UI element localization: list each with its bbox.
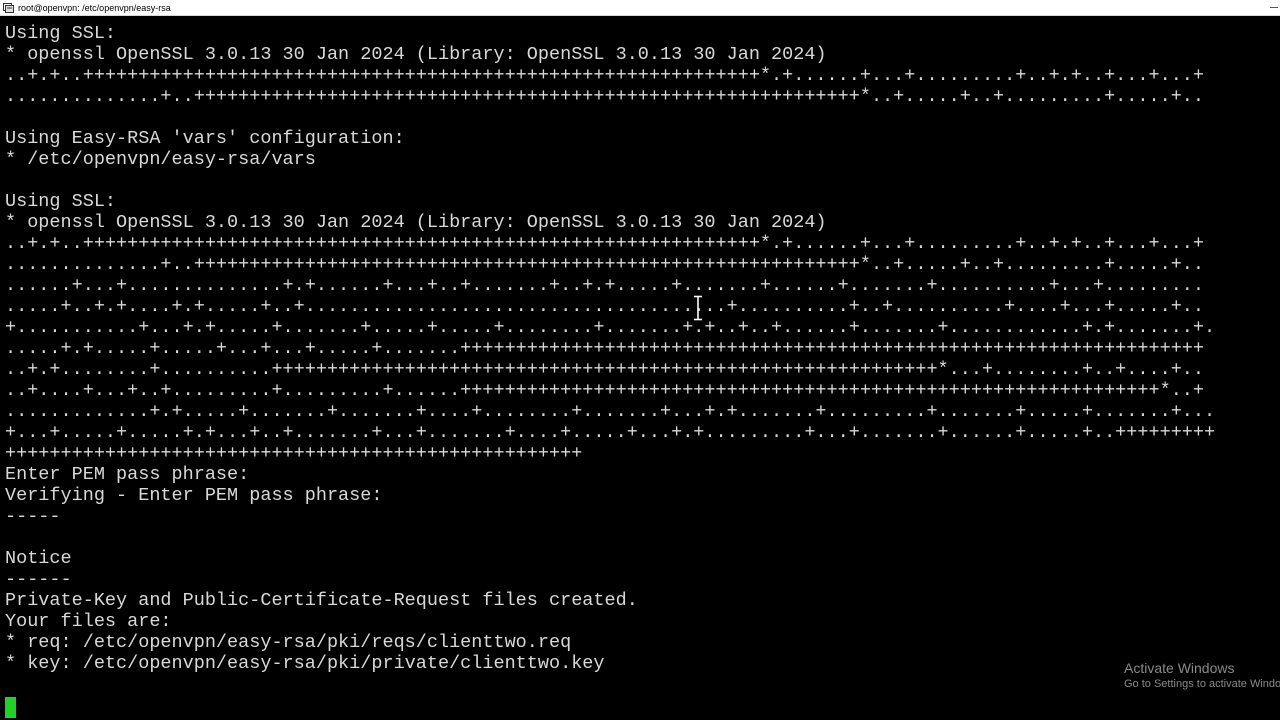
terminal-line: Your files are:: [5, 611, 172, 632]
terminal-line: .....+.+.....+.....+...+...+.....+......…: [5, 338, 1204, 359]
activate-windows-watermark: Activate Windows Go to Settings to activ…: [1124, 660, 1280, 691]
terminal-output[interactable]: Using SSL: * openssl OpenSSL 3.0.13 30 Ja…: [5, 23, 1280, 720]
terminal-line: ++++++++++++++++++++++++++++++++++++++++…: [5, 443, 583, 464]
terminal-line: ..+.+........+..........++++++++++++++++…: [5, 359, 1204, 380]
terminal-line: Verifying - Enter PEM pass phrase:: [5, 485, 383, 506]
terminal-line: +...+.....+.....+.+...+..+.......+...+..…: [5, 422, 1216, 443]
terminal-line: ..............+..+++++++++++++++++++++++…: [5, 254, 1204, 275]
terminal-line: -----: [5, 506, 61, 527]
terminal-line: Enter PEM pass phrase:: [5, 464, 250, 485]
terminal-line: ..+.+..+++++++++++++++++++++++++++++++++…: [5, 65, 1204, 86]
terminal-line: ..+....+...+..+.........+.........+.....…: [5, 380, 1204, 401]
terminal-cursor: [5, 697, 16, 718]
terminal-line: ..............+..+++++++++++++++++++++++…: [5, 86, 1204, 107]
terminal-line: ......+...+..............+.+......+...+.…: [5, 275, 1204, 296]
minimize-icon[interactable]: [1270, 7, 1278, 8]
terminal-line: * openssl OpenSSL 3.0.13 30 Jan 2024 (Li…: [5, 44, 827, 65]
terminal-window: root@openvpn: /etc/openvpn/easy-rsa Usin…: [0, 0, 1280, 720]
window-title: root@openvpn: /etc/openvpn/easy-rsa: [18, 2, 171, 13]
terminal-line: Using SSL:: [5, 23, 117, 44]
text-ibeam-cursor-icon: [694, 295, 702, 321]
title-bar[interactable]: root@openvpn: /etc/openvpn/easy-rsa: [0, 0, 1280, 16]
terminal-line: +...........+...+.+.....+.......+.....+.…: [5, 317, 1216, 338]
terminal-line: * /etc/openvpn/easy-rsa/vars: [5, 149, 316, 170]
terminal-line: .............+.+.....+.......+.......+..…: [5, 401, 1216, 422]
terminal-line: Using SSL:: [5, 191, 117, 212]
terminal-line: Notice: [5, 548, 72, 569]
terminal-line: Using Easy-RSA 'vars' configuration:: [5, 128, 405, 149]
terminal-line: Private-Key and Public-Certificate-Reque…: [5, 590, 638, 611]
terminal-line: ..+.+..+++++++++++++++++++++++++++++++++…: [5, 233, 1204, 254]
terminal-line: * openssl OpenSSL 3.0.13 30 Jan 2024 (Li…: [5, 212, 827, 233]
terminal-app-icon[interactable]: [3, 2, 14, 13]
terminal-line: .....+..+.+....+.+.....+..+.............…: [5, 296, 1204, 317]
watermark-title: Activate Windows: [1124, 660, 1235, 676]
terminal-line: * key: /etc/openvpn/easy-rsa/pki/private…: [5, 653, 605, 674]
watermark-subtitle: Go to Settings to activate Windows: [1124, 678, 1280, 690]
terminal-line: ------: [5, 569, 72, 590]
terminal-line: * req: /etc/openvpn/easy-rsa/pki/reqs/cl…: [5, 632, 572, 653]
